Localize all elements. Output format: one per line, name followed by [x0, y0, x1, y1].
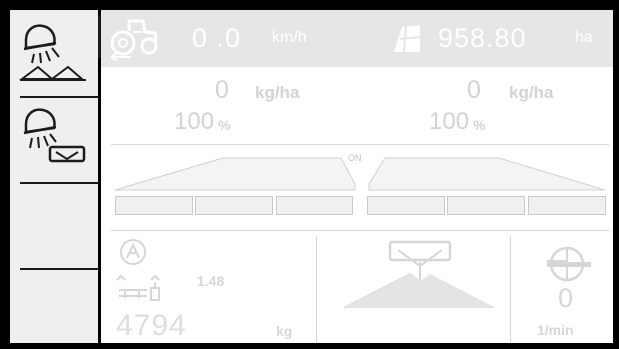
softkey-separator [20, 96, 98, 98]
automatic-mode-icon [120, 239, 146, 265]
section-3[interactable] [276, 196, 353, 215]
softkey-empty-4[interactable] [10, 272, 98, 343]
hopper-weight-value: 4794 [116, 309, 187, 342]
left-rate-value: 0 [215, 76, 229, 104]
right-percent-unit: % [473, 117, 486, 133]
spreading-status-label: ON [348, 153, 362, 163]
weighing-icon [116, 274, 160, 301]
terminal-screen: 0 .0 km/h 958.80 ha 0 kg/ha 100 % 0 kg/h… [0, 0, 619, 349]
area-counter-unit: ha [575, 29, 593, 46]
softkey-spread-light-hopper[interactable] [10, 102, 98, 182]
spread-light-field-icon [19, 24, 86, 81]
spreader-hopper-icon [343, 240, 496, 309]
status-bar: 0 .0 km/h 958.80 ha [101, 10, 613, 67]
left-rate-unit: kg/ha [255, 83, 300, 102]
pto-speed-unit: 1/min [537, 322, 574, 338]
softkey-column [10, 10, 98, 343]
tractor-icon [110, 19, 158, 61]
section-6[interactable] [528, 196, 606, 215]
divider [111, 144, 609, 145]
area-counter-value: 958.80 [438, 23, 527, 53]
left-percent-value: 100 [174, 108, 215, 135]
right-percent-value: 100 [429, 108, 470, 135]
divider [111, 230, 609, 231]
section-2[interactable] [195, 196, 273, 215]
main-view: 0 .0 km/h 958.80 ha 0 kg/ha 100 % 0 kg/h… [101, 10, 613, 343]
pto-shaft-icon [547, 246, 591, 282]
field-area-icon [394, 25, 421, 53]
section-1[interactable] [115, 196, 193, 215]
right-rate-value: 0 [467, 76, 481, 104]
right-rate-unit: kg/ha [509, 83, 554, 102]
calibration-factor-value: 1.48 [197, 273, 225, 289]
softkey-separator [20, 268, 98, 270]
bottom-divider-right [510, 236, 511, 343]
softkey-spread-light-field[interactable] [10, 10, 98, 90]
speed-value: 0 .0 [192, 23, 242, 53]
section-5[interactable] [447, 196, 525, 215]
left-percent-unit: % [218, 117, 231, 133]
speed-unit: km/h [272, 29, 307, 46]
spread-light-hopper-icon [23, 108, 86, 163]
bottom-divider-left [316, 236, 317, 343]
softkey-empty-3[interactable] [10, 188, 98, 268]
softkey-separator [20, 182, 98, 184]
pto-speed-value: 0 [558, 283, 574, 313]
hopper-weight-unit: kg [276, 323, 293, 339]
section-4[interactable] [367, 196, 445, 215]
